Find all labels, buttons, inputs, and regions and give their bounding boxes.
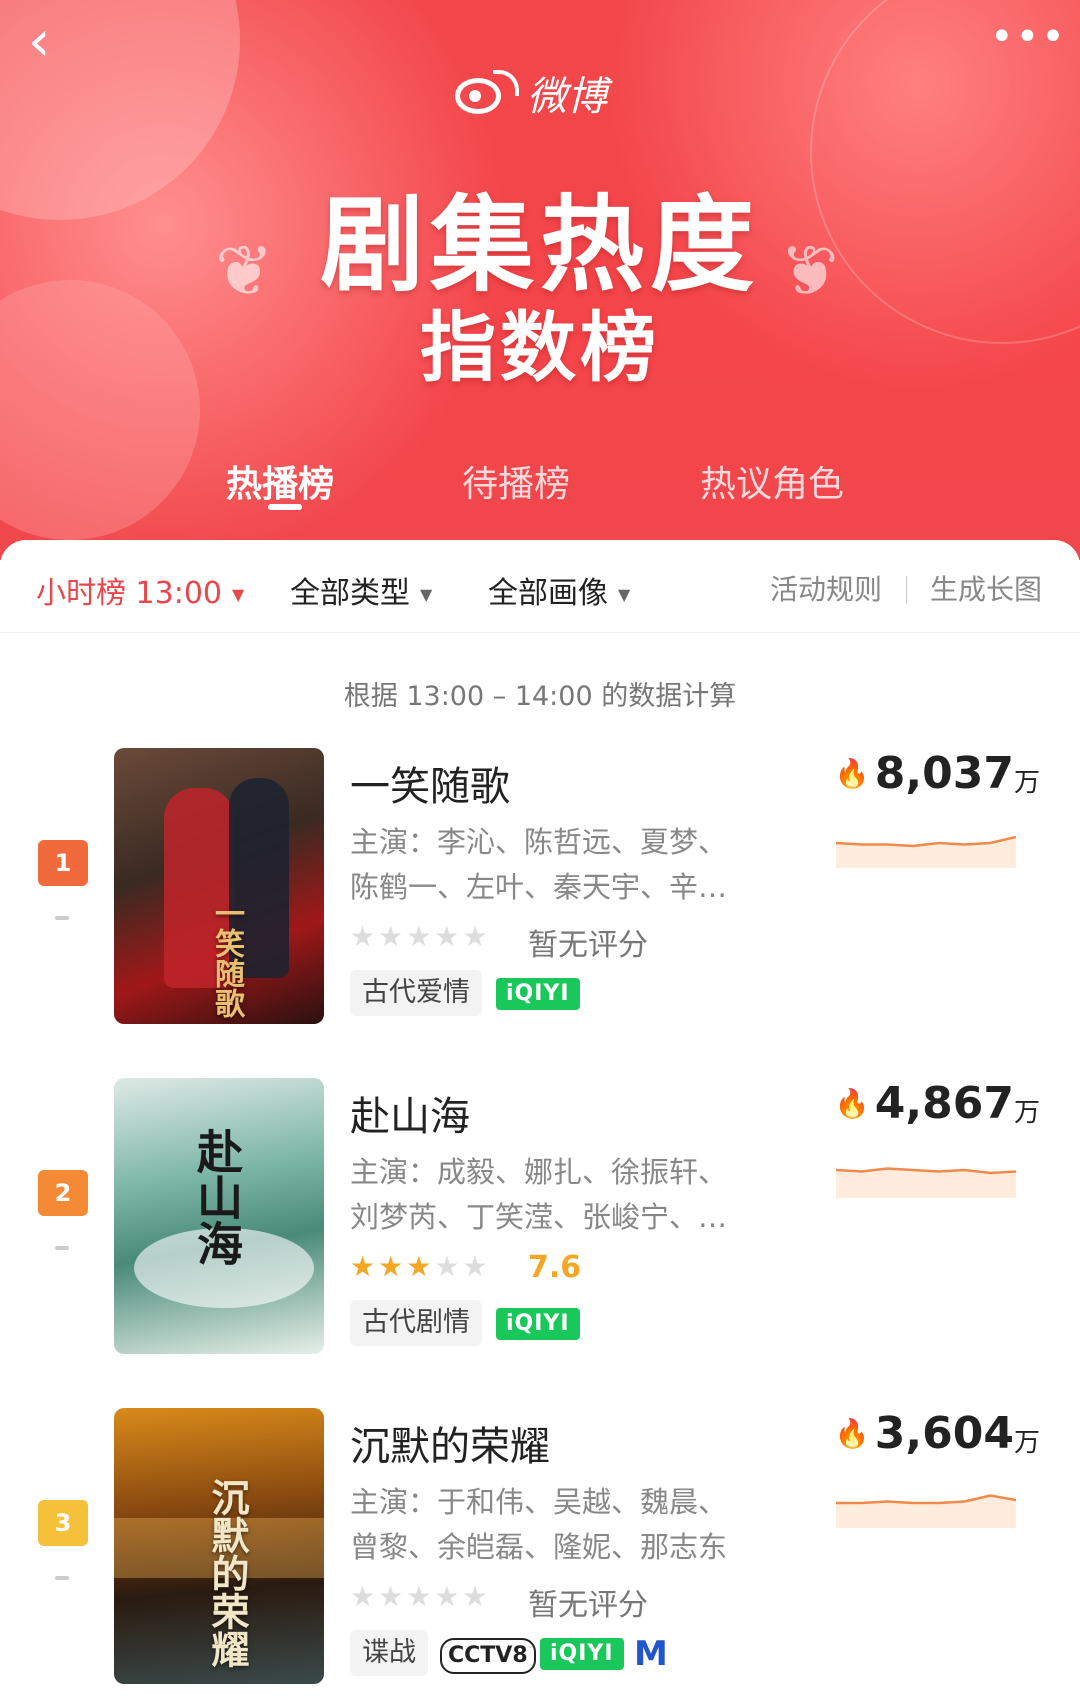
list-item[interactable]: 3 沉默的荣耀 沉默的荣耀 主演：于和伟、吴越、魏晨、曾黎、余皑磊、隆妮、那志东… [0, 1408, 1080, 1688]
list-item[interactable]: 2 赴山海 赴山海 主演：成毅、娜扎、徐振轩、刘梦芮、丁笑滢、张峻宁、… ★★★… [0, 1078, 1080, 1358]
caret-down-icon: ▼ [420, 585, 433, 604]
rules-link[interactable]: 活动规则 [770, 568, 882, 608]
caret-down-icon: ▼ [618, 585, 631, 604]
tab-upcoming[interactable]: 待播榜 [462, 455, 570, 507]
poster-title: 沉默的荣耀 [205, 1478, 250, 1668]
heat-value: 🔥 8,037万 [835, 748, 1040, 799]
heat-number: 8,037 [874, 748, 1014, 799]
data-note: 根据 13:00 – 14:00 的数据计算 [343, 681, 737, 712]
heat-value: 🔥 4,867万 [835, 1078, 1040, 1129]
back-icon[interactable]: ‹ [28, 14, 50, 70]
type-filter[interactable]: 全部类型 ▼ [290, 568, 432, 612]
caret-down-icon: ▼ [232, 585, 245, 604]
drama-title[interactable]: 沉默的荣耀 [350, 1414, 550, 1472]
page-subtitle: 指数榜 [420, 303, 660, 392]
picture-filter-label: 全部画像 [488, 576, 608, 611]
heat-unit: 万 [1013, 1098, 1040, 1128]
rating-score: 暂无评分 [528, 928, 648, 963]
divider [906, 576, 907, 604]
genre-tag: 谍战 [350, 1630, 428, 1676]
hour-filter-label: 小时榜 13:00 [36, 576, 222, 611]
rating-score: 7.6 [528, 1250, 582, 1285]
list-item[interactable]: 1 一笑随歌 一笑随歌 主演：李沁、陈哲远、夏梦、陈鹤一、左叶、秦天宇、辛… ★… [0, 748, 1080, 1028]
heat-value: 🔥 3,604万 [835, 1408, 1040, 1459]
cast-list: 主演：成毅、娜扎、徐振轩、刘梦芮、丁笑滢、张峻宁、… [350, 1155, 728, 1234]
rank-badge: 1 [38, 840, 88, 886]
trend-sparkline [836, 1494, 1016, 1528]
cast-list: 主演：李沁、陈哲远、夏梦、陈鹤一、左叶、秦天宇、辛… [350, 825, 728, 904]
rank-change-indicator [55, 1246, 69, 1250]
fire-icon: 🔥 [834, 1417, 870, 1450]
cast-list: 主演：于和伟、吴越、魏晨、曾黎、余皑磊、隆妮、那志东 [350, 1485, 728, 1564]
tab-hot[interactable]: 热播榜 [226, 455, 334, 507]
poster-image[interactable]: 沉默的荣耀 [114, 1408, 324, 1684]
trend-area [836, 1495, 1016, 1528]
picture-filter[interactable]: 全部画像 ▼ [488, 568, 630, 612]
rank-badge: 3 [38, 1500, 88, 1546]
more-icon[interactable]: ••• [990, 14, 1067, 60]
heat-number: 4,867 [874, 1078, 1014, 1129]
trend-sparkline [836, 1167, 1016, 1198]
mgtv-logo-icon: M [634, 1634, 668, 1674]
rank-change-indicator [55, 916, 69, 920]
weibo-eye-icon [455, 70, 519, 116]
trend-area [836, 837, 1016, 868]
poster-title: 赴山海 [190, 1128, 244, 1266]
genre-tag: 古代剧情 [350, 1300, 482, 1346]
genre-tag: 古代爱情 [350, 970, 482, 1016]
drama-title[interactable]: 赴山海 [350, 1084, 470, 1142]
rating-score: 暂无评分 [528, 1588, 648, 1623]
hour-filter[interactable]: 小时榜 13:00 ▼ [36, 568, 244, 612]
type-filter-label: 全部类型 [290, 576, 410, 611]
fire-icon: 🔥 [834, 757, 870, 790]
star-rating: ★★★★★ [350, 1580, 491, 1613]
star-rating: ★★★★★ [350, 1250, 491, 1283]
filter-bar: 小时榜 13:00 ▼ 全部类型 ▼ 全部画像 ▼ 活动规则 生成长图 [0, 540, 1080, 633]
trend-sparkline [836, 835, 1016, 868]
poster-title: 一笑随歌 [209, 898, 244, 1018]
poster-image[interactable]: 赴山海 [114, 1078, 324, 1354]
rank-badge: 2 [38, 1170, 88, 1216]
poster-image[interactable]: 一笑随歌 [114, 748, 324, 1024]
tab-indicator [268, 504, 302, 510]
star-rating: ★★★★★ [350, 920, 491, 953]
iqiyi-logo-icon: iQIYI [496, 978, 580, 1010]
fire-icon: 🔥 [834, 1087, 870, 1120]
drama-title[interactable]: 一笑随歌 [350, 754, 510, 812]
heat-unit: 万 [1013, 1428, 1040, 1458]
brand-name: 微博 [527, 74, 607, 120]
cctv8-logo-icon: CCTV8 [440, 1638, 536, 1674]
rank-change-indicator [55, 1576, 69, 1580]
tab-discussed-roles[interactable]: 热议角色 [700, 455, 844, 507]
iqiyi-logo-icon: iQIYI [496, 1308, 580, 1340]
iqiyi-logo-icon: iQIYI [540, 1638, 624, 1670]
generate-image-link[interactable]: 生成长图 [930, 568, 1042, 608]
header-banner: ‹ ••• 微博 ❦ ❦ 剧集热度 指数榜 热播榜 待播榜 热议角色 [0, 0, 1080, 560]
heat-number: 3,604 [874, 1408, 1014, 1459]
heat-unit: 万 [1013, 768, 1040, 798]
weibo-logo: 微博 [455, 64, 607, 122]
